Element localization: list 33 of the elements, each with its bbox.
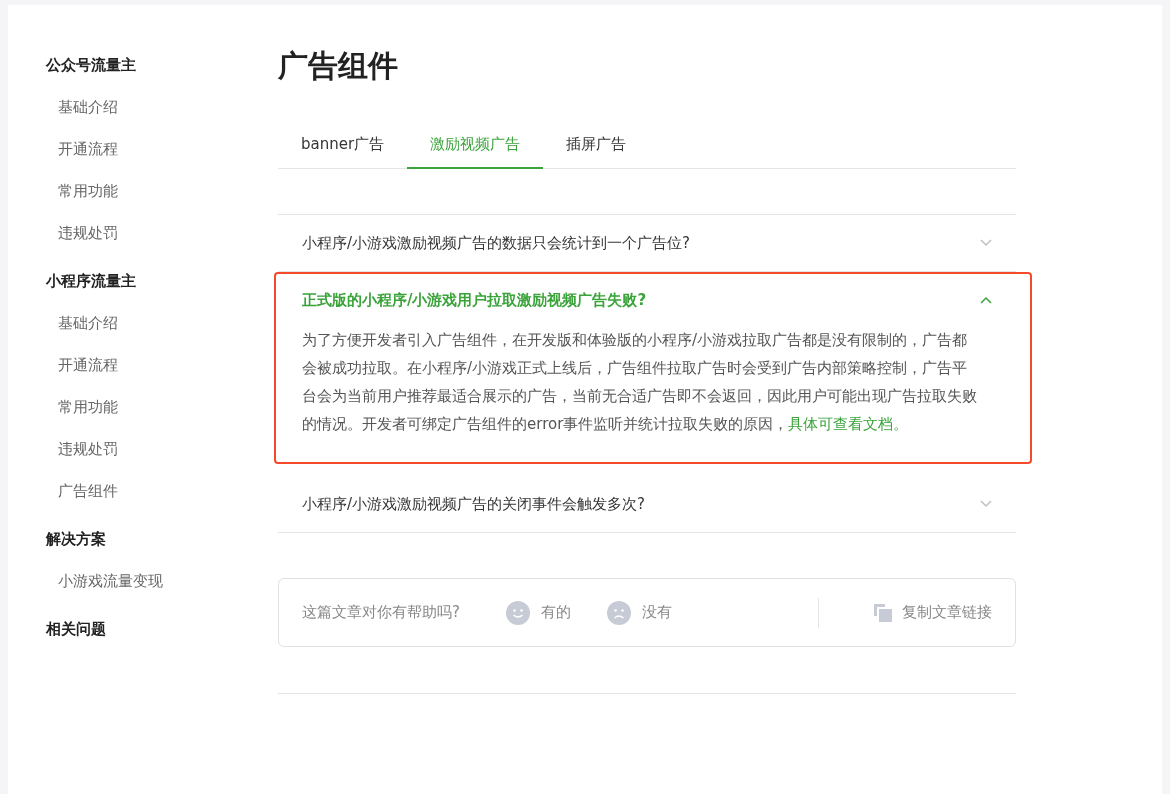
faq-question[interactable]: 小程序/小游戏激励视频广告的关闭事件会触发多次? [278,476,1016,532]
docs-link[interactable]: 具体可查看文档。 [788,415,909,433]
sidebar-section-title[interactable]: 小程序流量主 [46,269,240,311]
chevron-icon [980,296,992,304]
sidebar-item[interactable]: 基础介绍 [46,95,240,137]
chevron-icon [980,500,992,508]
sidebar-section-title[interactable]: 公众号流量主 [46,53,240,95]
sidebar-section-title[interactable]: 相关问题 [46,617,240,659]
sidebar-item[interactable]: 开通流程 [46,353,240,395]
sad-face-icon [606,600,631,625]
sidebar-item[interactable]: 小游戏流量变现 [46,569,240,611]
helpful-no-button[interactable]: 没有 [606,600,672,625]
feedback-prompt: 这篇文章对你有帮助吗? [302,603,460,622]
page-title: 广告组件 [278,47,399,85]
tab[interactable]: 激励视频广告 [407,125,544,169]
sidebar-item[interactable]: 开通流程 [46,137,240,179]
copy-link-button[interactable]: 复制文章链接 [874,603,992,622]
faq-answer: 为了方便开发者引入广告组件，在开发版和体验版的小程序/小游戏拉取广告都是没有限制的，广告都会被成功拉取。在小程序/小游戏正式上线后，广告组件拉取广告时会受到广告内部策略控制，广告平台会为当前用户推荐最适合展示的广告，当前无合适广告即不会返回，因此用户可能出现广告拉取失败的情况。开发者可绑定广告组件的error事件监听并统计拉取失败的原因，具体可查看文档。 [301,330,978,435]
tab[interactable]: 插屏广告 [543,125,650,169]
tab[interactable]: banner广告 [278,125,408,169]
faq-question[interactable]: 正式版的小程序/小游戏用户拉取激励视频广告失败? [278,274,1016,326]
sidebar-item[interactable]: 常用功能 [46,395,240,437]
helpful-yes-button[interactable]: 有的 [505,600,571,625]
sidebar-item[interactable]: 基础介绍 [46,311,240,353]
sidebar-section-title[interactable]: 解决方案 [46,527,240,569]
sidebar-item[interactable]: 广告组件 [46,479,240,521]
smiley-icon [505,600,530,625]
sidebar-item[interactable]: 常用功能 [46,179,240,221]
sidebar-item[interactable]: 违规处罚 [46,221,240,263]
chevron-icon [980,239,992,247]
sidebar-item[interactable]: 违规处罚 [46,437,240,479]
copy-icon [874,603,892,622]
faq-question[interactable]: 小程序/小游戏激励视频广告的数据只会统计到一个广告位? [278,215,1016,271]
